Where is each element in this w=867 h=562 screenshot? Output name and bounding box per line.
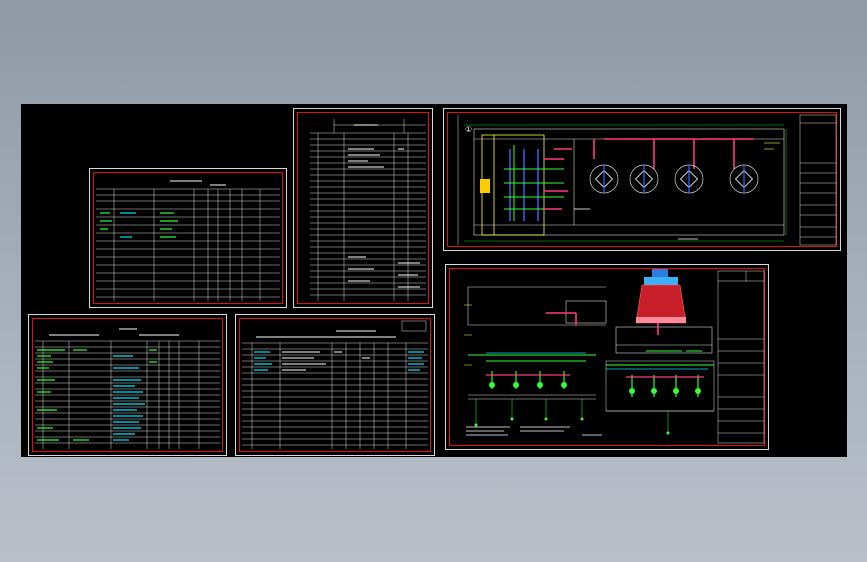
equipment-block xyxy=(480,179,490,193)
sheet-table-mid-left[interactable] xyxy=(89,168,287,308)
table-grid xyxy=(35,328,220,449)
sheet-plan-drawing[interactable]: ① xyxy=(443,108,841,251)
plan-drawing-lines xyxy=(457,114,837,246)
table-grid xyxy=(96,180,280,301)
table-grid xyxy=(242,320,428,449)
system-diagram-lines xyxy=(464,269,765,444)
sheet-table-bottom-left[interactable] xyxy=(28,314,227,456)
table-grid xyxy=(310,119,426,301)
tower-top xyxy=(644,277,678,285)
sheet-table-bottom-mid[interactable] xyxy=(235,314,435,456)
cad-viewport[interactable]: ① xyxy=(21,104,847,457)
sheet-table-tall[interactable] xyxy=(293,108,433,308)
sheet-system-diagram[interactable] xyxy=(445,264,769,450)
